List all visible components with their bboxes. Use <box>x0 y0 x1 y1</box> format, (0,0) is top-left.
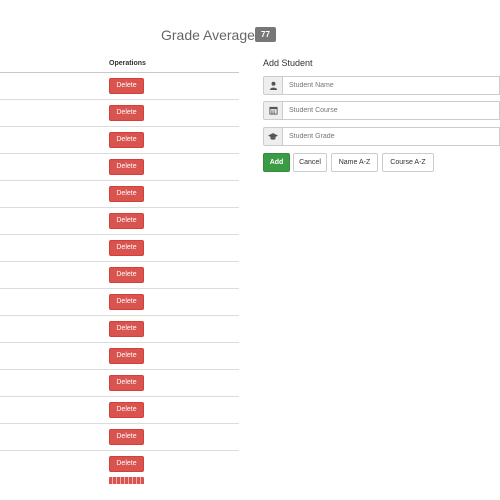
page-header: Grade Average : 77 <box>0 26 500 46</box>
delete-button[interactable]: Delete <box>109 348 144 364</box>
student-grade-input[interactable] <box>283 127 500 146</box>
grade-average-badge: 77 <box>255 27 276 42</box>
delete-button[interactable]: Delete <box>109 240 144 256</box>
student-name-input[interactable] <box>283 76 500 95</box>
delete-button[interactable]: Delete <box>109 321 144 337</box>
table-row: Delete <box>0 153 239 180</box>
delete-button[interactable]: Delete <box>109 429 144 445</box>
delete-button[interactable]: Delete <box>109 78 144 94</box>
sort-name-button[interactable]: Name A-Z <box>331 153 378 172</box>
table-row: Delete <box>0 207 239 234</box>
form-title: Add Student <box>263 58 313 68</box>
table-row: Delete <box>0 261 239 288</box>
table-row: Delete <box>0 288 239 315</box>
delete-button[interactable]: Delete <box>109 132 144 148</box>
table-row: Delete <box>0 72 239 99</box>
students-table: Operations Delete Delete Delete Delete Delet… <box>0 58 239 500</box>
table-row: Delete <box>0 396 239 423</box>
calendar-icon <box>263 101 283 120</box>
delete-button[interactable]: Delete <box>109 159 144 175</box>
delete-button[interactable]: Delete <box>109 105 144 121</box>
table-row: Delete <box>0 315 239 342</box>
operations-column-header: Operations <box>109 60 146 67</box>
student-grade-field <box>263 127 500 146</box>
delete-button[interactable]: Delete <box>109 375 144 391</box>
user-icon <box>263 76 283 95</box>
delete-button-partial[interactable] <box>109 477 144 484</box>
delete-button[interactable]: Delete <box>109 186 144 202</box>
student-course-field <box>263 101 500 120</box>
sort-course-button[interactable]: Course A-Z <box>382 153 434 172</box>
table-row: Delete <box>0 180 239 207</box>
table-row: Delete <box>0 234 239 261</box>
table-row: Delete <box>0 369 239 396</box>
delete-button[interactable]: Delete <box>109 213 144 229</box>
delete-button[interactable]: Delete <box>109 402 144 418</box>
student-name-field <box>263 76 500 95</box>
grade-average-label: Grade Average : <box>161 27 263 43</box>
delete-button[interactable]: Delete <box>109 267 144 283</box>
table-row: Delete <box>0 342 239 369</box>
add-button[interactable]: Add <box>263 153 290 172</box>
table-row: Delete <box>0 126 239 153</box>
table-row: Delete <box>0 450 239 477</box>
table-row: Delete <box>0 99 239 126</box>
cancel-button[interactable]: Cancel <box>293 153 327 172</box>
table-row: Delete <box>0 423 239 450</box>
delete-button[interactable]: Delete <box>109 456 144 472</box>
graduation-cap-icon <box>263 127 283 146</box>
delete-button[interactable]: Delete <box>109 294 144 310</box>
student-course-input[interactable] <box>283 101 500 120</box>
